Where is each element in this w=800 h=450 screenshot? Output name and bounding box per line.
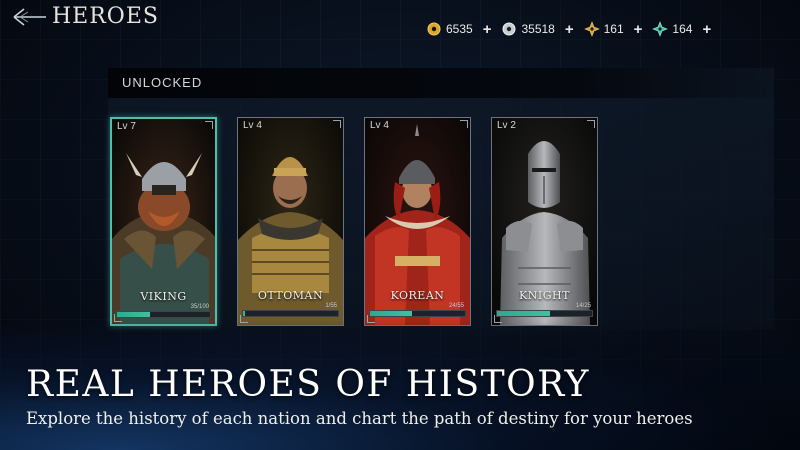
hero-name: KOREAN [390,289,445,302]
arrow-back-icon [13,8,46,26]
resource-bar: 6535 + 35518 + 161 + 164 + [426,18,721,40]
card-corner [367,315,375,323]
card-corner [205,121,213,129]
resource-gold-token[interactable]: 161 + [583,21,643,38]
hero-name: VIKING [140,290,187,303]
hero-name: OTTOMAN [257,289,324,302]
teal-token-amount: 164 [672,22,693,36]
silver-coin-icon [501,21,517,37]
hero-level: Lv 7 [117,121,136,132]
back-button[interactable] [10,6,50,28]
hero-progress-fill [370,311,412,316]
gold-token-amount: 161 [603,22,624,36]
add-silver-button[interactable]: + [565,21,574,38]
hero-fragments: 14/25 [575,303,591,309]
card-corner [460,120,468,128]
add-gold-button[interactable]: + [483,21,492,38]
hero-progress-bar [116,311,211,318]
hero-card-korean[interactable]: Lv 4 KOREAN 24/55 [364,117,471,326]
page-title: HEROES [52,4,159,29]
banner-headline: REAL HEROES OF HISTORY [26,364,590,405]
section-label: UNLOCKED [122,75,203,90]
hero-level: Lv 4 [370,120,389,131]
gold-coin-icon [426,21,442,37]
resource-silver[interactable]: 35518 + [501,21,574,38]
teal-shuriken-icon [652,21,669,37]
card-corner [333,120,341,128]
card-corner [587,120,595,128]
hero-level: Lv 4 [243,120,262,131]
hero-fragments: 24/55 [448,303,464,309]
hero-card-viking[interactable]: Lv 7 VIKING 35/100 [110,117,217,326]
card-corner [240,315,248,323]
hero-name: KNIGHT [519,289,570,302]
gold-amount: 6535 [446,22,473,36]
gold-shuriken-icon [583,21,600,37]
hero-progress-bar [242,310,339,317]
hero-card-ottoman[interactable]: Lv 4 OTTOMAN 1/55 [237,117,344,326]
hero-level: Lv 2 [497,120,516,131]
hero-progress-bar [369,310,466,317]
hero-progress-bar [496,310,593,317]
top-bar: HEROES 6535 + 35518 + 161 + 164 + [0,0,800,38]
hero-progress-fill [497,311,551,316]
resource-gold[interactable]: 6535 + [426,21,491,38]
hero-card-knight[interactable]: Lv 2 KNIGHT 14/25 [491,117,598,326]
banner-subline: Explore the history of each nation and c… [26,409,693,428]
add-gold-token-button[interactable]: + [634,21,643,38]
card-corner [494,315,502,323]
silver-amount: 35518 [521,22,555,36]
add-teal-token-button[interactable]: + [702,21,711,38]
section-header: UNLOCKED [108,68,774,98]
hero-fragments: 1/55 [325,303,337,309]
hero-fragments: 35/100 [190,304,209,310]
card-corner [114,314,122,322]
resource-teal-token[interactable]: 164 + [652,21,711,38]
